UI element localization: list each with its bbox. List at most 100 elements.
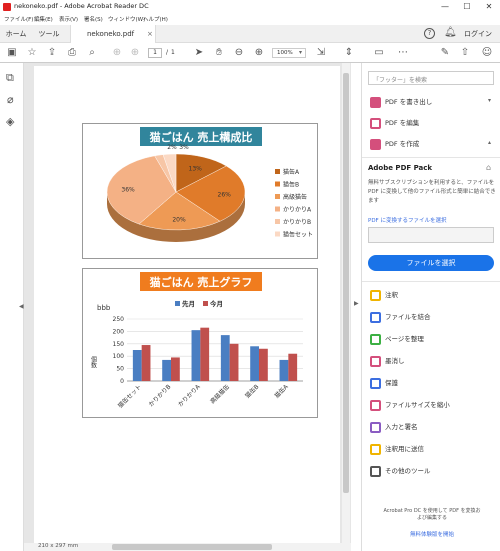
tool-item[interactable]: ページを整理 <box>370 333 424 347</box>
tool-item[interactable]: ファイルサイズを縮小 <box>370 399 450 413</box>
pie-legend-swatch <box>275 206 280 212</box>
bar-y-tick-label: 200 <box>113 328 125 335</box>
page-number-input[interactable]: 1 <box>148 48 162 58</box>
hand-tool-icon[interactable]: ✋︎ <box>212 46 226 60</box>
tool-item[interactable]: ファイルを結合 <box>370 311 431 325</box>
acrobat-app-icon <box>3 3 11 11</box>
collapse-left-arrow-icon[interactable]: ◀ <box>19 303 24 310</box>
convert-label: PDF に変換するファイルを選択 <box>368 218 447 224</box>
menu-file[interactable]: ファイル(F) <box>4 15 33 23</box>
tool-icon <box>370 399 381 411</box>
zoom-in-icon[interactable]: ⊕ <box>252 46 266 60</box>
tool-label: ファイルを結合 <box>385 313 431 321</box>
vertical-scroll-thumb[interactable] <box>343 73 349 493</box>
sign-pen-icon[interactable]: ✎ <box>438 46 452 60</box>
export-chevron-down-icon[interactable]: ▾ <box>488 97 491 104</box>
tool-item[interactable]: その他のツール <box>370 465 431 479</box>
select-cursor-icon[interactable]: ➤ <box>192 46 206 60</box>
person-share-icon[interactable]: ☺ <box>480 46 494 60</box>
menu-sign[interactable]: 署名(S) <box>84 15 103 23</box>
tool-item[interactable]: 入力と署名 <box>370 421 418 435</box>
export-pdf-icon <box>370 96 381 108</box>
tool-item[interactable]: 注釈 <box>370 289 398 303</box>
tool-icon <box>370 289 381 301</box>
tool-item[interactable]: 墨消し <box>370 355 405 369</box>
tab-tools[interactable]: ツール <box>32 25 66 43</box>
layers-icon[interactable]: ◈ <box>6 115 14 128</box>
tool-label: PDF を編集 <box>385 119 420 127</box>
page-thumbnails-icon[interactable]: ⧉ <box>6 71 14 85</box>
bar-mark <box>200 327 210 381</box>
close-tab-icon[interactable]: × <box>147 25 153 43</box>
divider <box>362 157 500 158</box>
login-button[interactable]: ログイン <box>464 25 492 43</box>
page-fit-icon[interactable]: ⇲ <box>314 46 328 60</box>
bar-legend-label: 今月 <box>210 299 223 308</box>
bar-x-tick-label: かりかりB <box>148 383 173 408</box>
bar-chart-card: 猫ごはん 売上グラフ bbb 先月 今月 0 50 100 150 200 250 猫缶セッ… <box>82 268 318 418</box>
save-icon[interactable]: ▣ <box>5 46 19 60</box>
menu-help[interactable]: ヘルプ(H) <box>143 15 168 23</box>
help-icon[interactable]: ? <box>424 28 435 39</box>
bar-mark <box>220 335 230 381</box>
bar-mark <box>229 343 239 381</box>
bar-mark <box>259 348 268 381</box>
tool-item[interactable]: 注釈用に送信 <box>370 443 424 457</box>
selected-file-field[interactable] <box>368 227 494 243</box>
tool-icon <box>370 443 381 455</box>
tab-document[interactable]: nekoneko.pdf × <box>70 25 156 43</box>
tool-label: 墨消し <box>385 357 405 365</box>
divider <box>362 281 500 282</box>
bar-x-tick-label: 猫缶B <box>243 383 260 400</box>
bar-x-tick-label: 猫缶セット <box>116 383 143 410</box>
upload-cloud-icon[interactable]: ⇪ <box>45 46 59 60</box>
expand-right-arrow-icon[interactable]: ▶ <box>354 300 359 307</box>
bar-y-tick-label: 100 <box>113 353 125 360</box>
print-icon[interactable]: ⎙ <box>65 46 79 60</box>
bar-x-tick-label: 猫缶A <box>273 382 291 400</box>
pie-legend-label: 猫缶セット <box>283 231 313 239</box>
bookmark-star-icon[interactable]: ☆ <box>25 46 39 60</box>
menu-edit[interactable]: 編集(E) <box>34 15 53 23</box>
comment-icon[interactable]: ▭ <box>372 46 386 60</box>
bar-gridlines <box>127 318 303 382</box>
share-icon[interactable]: ⇧ <box>458 46 472 60</box>
more-icon[interactable]: ⋯ <box>396 46 410 60</box>
right-tools-panel: 「フッター」を検索 PDF を書き出し ▾ PDF を編集 PDF を作成 ▴ … <box>361 63 500 551</box>
bar-mark <box>171 357 180 381</box>
previous-page-icon[interactable]: ⊕ <box>110 46 124 60</box>
minimize-button[interactable]: — <box>434 0 456 14</box>
select-file-button[interactable]: ファイルを選択 <box>368 255 494 271</box>
zoom-select[interactable]: 100% ▾ <box>272 48 306 58</box>
search-input[interactable]: 「フッター」を検索 <box>368 71 494 85</box>
pie-data-label: 2% <box>167 144 177 151</box>
bell-icon[interactable]: 🔔︎ <box>444 27 457 38</box>
tool-item[interactable]: 保護 <box>370 377 398 391</box>
pie-data-label: 13% <box>189 166 203 173</box>
tab-home[interactable]: ホーム <box>0 25 32 43</box>
pie-title: 猫ごはん 売上構成比 <box>150 130 253 144</box>
bar-mark <box>279 359 289 381</box>
vertical-scrollbar[interactable] <box>342 63 350 551</box>
create-chevron-up-icon[interactable]: ▴ <box>488 139 491 146</box>
zoom-out-icon[interactable]: ⊖ <box>232 46 246 60</box>
zoom-search-icon[interactable]: ⌕ <box>85 46 99 60</box>
scroll-mode-icon[interactable]: ⇕ <box>342 46 356 60</box>
menu-window[interactable]: ウィンドウ(W) <box>108 15 145 23</box>
tool-create-pdf[interactable]: PDF を作成 <box>370 138 419 152</box>
pie-legend-label: かりかりA <box>283 207 312 214</box>
edit-pdf-icon <box>370 117 381 129</box>
tool-export-pdf[interactable]: PDF を書き出し <box>370 96 432 110</box>
tool-edit-pdf[interactable]: PDF を編集 <box>370 117 419 131</box>
tool-icon <box>370 333 381 345</box>
tool-icon <box>370 311 381 323</box>
attachments-icon[interactable]: ⌀ <box>7 93 14 106</box>
pie-legend-label: かりかりB <box>283 219 311 226</box>
horizontal-scroll-thumb[interactable] <box>112 544 272 550</box>
menu-view[interactable]: 表示(V) <box>59 15 78 23</box>
bar-x-tick-label: かりかりA <box>177 383 202 408</box>
maximize-button[interactable]: ☐ <box>456 0 478 14</box>
trial-link[interactable]: 無料体験版を開始 <box>382 530 482 538</box>
next-page-icon[interactable]: ⊕ <box>128 46 142 60</box>
close-button[interactable]: ✕ <box>478 0 500 14</box>
